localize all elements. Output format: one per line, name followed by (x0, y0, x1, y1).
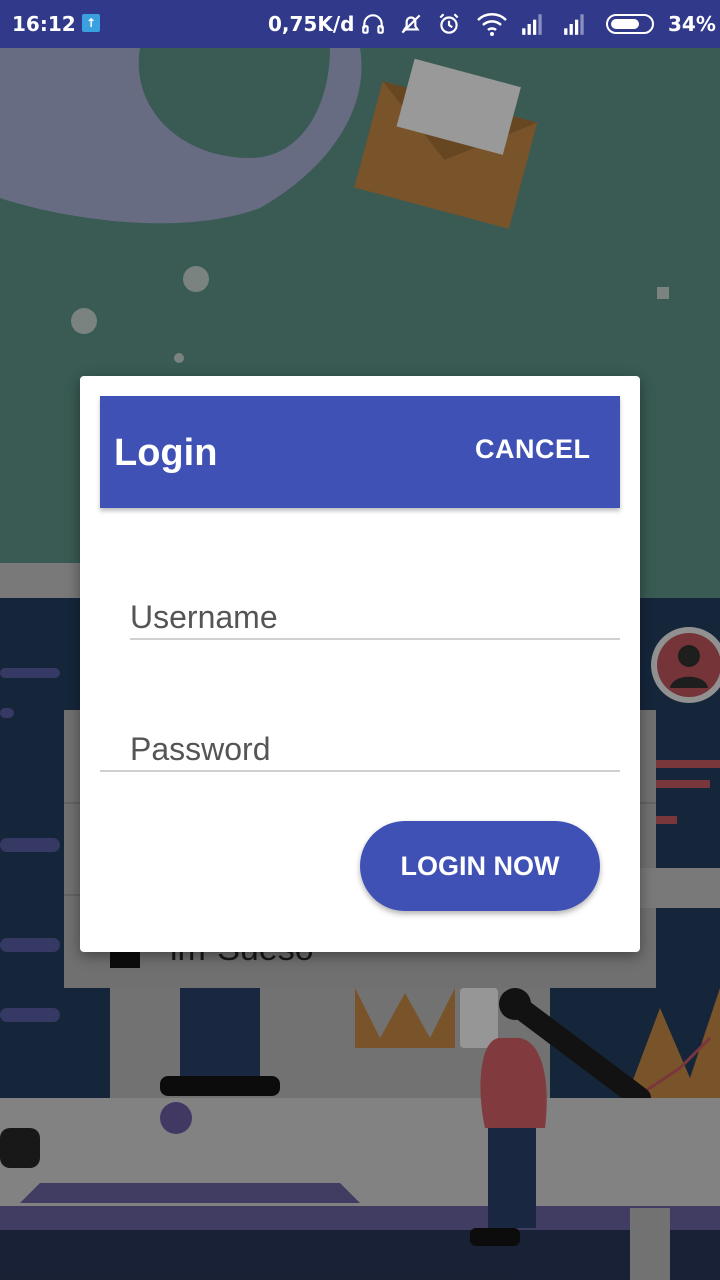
status-bar: 16:12 ↑ 0,75K/d 34% (0, 0, 720, 48)
dialog-header: Login CANCEL (100, 396, 620, 508)
battery-icon (606, 14, 654, 34)
battery-percent: 34% (668, 12, 716, 36)
network-speed: 0,75K/d (268, 12, 355, 36)
status-time: 16:12 (12, 12, 76, 36)
upload-arrow-icon: ↑ (82, 14, 100, 32)
login-dialog: Login CANCEL LOGIN NOW (80, 376, 640, 952)
cancel-button[interactable]: CANCEL (475, 434, 591, 465)
signal-icon (564, 14, 584, 35)
alarm-off-icon (401, 14, 421, 34)
username-field[interactable] (130, 598, 620, 640)
signal-icon (522, 14, 542, 35)
wifi-icon (477, 13, 507, 36)
alarm-clock-icon (439, 13, 459, 34)
login-now-button[interactable]: LOGIN NOW (360, 821, 600, 911)
dialog-title: Login (114, 432, 218, 474)
password-field[interactable] (100, 730, 620, 772)
headphones-icon (362, 14, 384, 34)
